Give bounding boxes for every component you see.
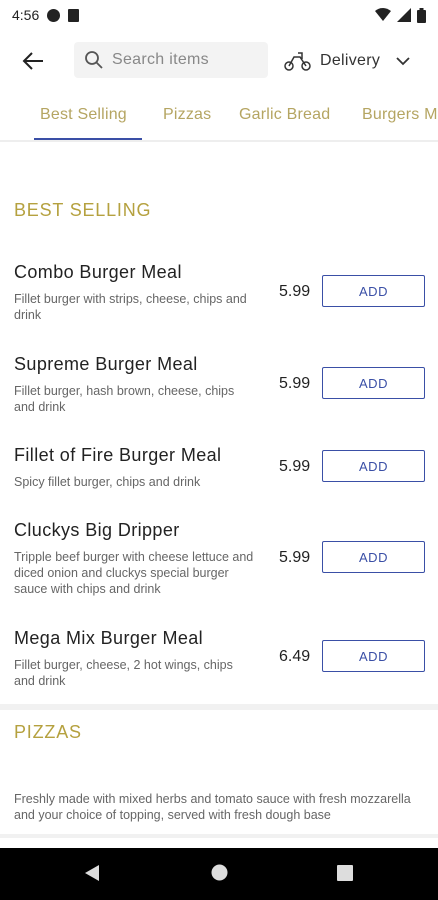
- system-nav-bar: [0, 848, 438, 900]
- item-price: 5.99: [279, 283, 311, 300]
- item-name: Mega Mix Burger Meal: [14, 628, 204, 648]
- add-button[interactable]: ADD: [322, 640, 425, 672]
- nav-home-icon[interactable]: [211, 864, 228, 881]
- item-description: Fillet burger, hash brown, cheese, chips…: [14, 384, 235, 414]
- item-description: Fillet burger, cheese, 2 hot wings, chip…: [14, 658, 233, 688]
- section-title-pizzas: PIZZAS: [14, 722, 82, 742]
- item-name: Fillet of Fire Burger Meal: [14, 445, 222, 465]
- wifi-icon: [375, 8, 391, 21]
- item-price: 5.99: [279, 375, 311, 392]
- section-description: Freshly made with mixed herbs and tomato…: [14, 792, 411, 822]
- signal-icon: [397, 8, 411, 22]
- item-name: Combo Burger Meal: [14, 262, 182, 282]
- app-notification-icon: [47, 8, 61, 22]
- item-description: Fillet burger with strips, cheese, chips…: [14, 292, 247, 322]
- active-tab-indicator: [34, 138, 142, 140]
- tab-burgers[interactable]: Burgers M: [362, 106, 438, 124]
- item-description: Tripple beef burger with cheese lettuce …: [14, 550, 254, 596]
- nav-recents-icon[interactable]: [337, 865, 353, 881]
- battery-icon: [417, 7, 426, 23]
- section-title-best-selling: BEST SELLING: [14, 200, 152, 220]
- status-bar: 4:56: [0, 0, 438, 30]
- chevron-down-icon: [396, 57, 410, 66]
- back-button[interactable]: [16, 48, 50, 74]
- item-price: 6.49: [279, 648, 311, 665]
- search-box[interactable]: [74, 42, 268, 78]
- add-button[interactable]: ADD: [322, 450, 425, 482]
- add-button[interactable]: ADD: [322, 541, 425, 573]
- add-button[interactable]: ADD: [322, 275, 425, 307]
- delivery-selector[interactable]: Delivery: [284, 46, 410, 76]
- item-description: Spicy fillet burger, chips and drink: [14, 475, 201, 489]
- search-icon: [85, 51, 103, 69]
- item-name: Supreme Burger Meal: [14, 354, 198, 374]
- top-bar: Delivery: [0, 38, 438, 84]
- tab-best-selling[interactable]: Best Selling: [40, 106, 127, 124]
- item-name: Cluckys Big Dripper: [14, 520, 180, 540]
- tab-pizzas[interactable]: Pizzas: [163, 106, 211, 124]
- search-input[interactable]: [112, 51, 262, 69]
- category-tabs: Best Selling Pizzas Garlic Bread Burgers…: [0, 96, 438, 142]
- delivery-label: Delivery: [320, 52, 381, 69]
- status-time: 4:56: [12, 7, 40, 23]
- item-price: 5.99: [279, 458, 311, 475]
- add-button[interactable]: ADD: [322, 367, 425, 399]
- nav-back-icon[interactable]: [84, 864, 100, 882]
- section-divider: [0, 704, 438, 710]
- section-divider: [0, 834, 438, 838]
- sd-card-icon: [68, 8, 80, 22]
- item-price: 5.99: [279, 549, 311, 566]
- scooter-icon: [284, 52, 311, 71]
- arrow-left-icon: [22, 52, 43, 70]
- tab-garlic-bread[interactable]: Garlic Bread: [239, 106, 330, 124]
